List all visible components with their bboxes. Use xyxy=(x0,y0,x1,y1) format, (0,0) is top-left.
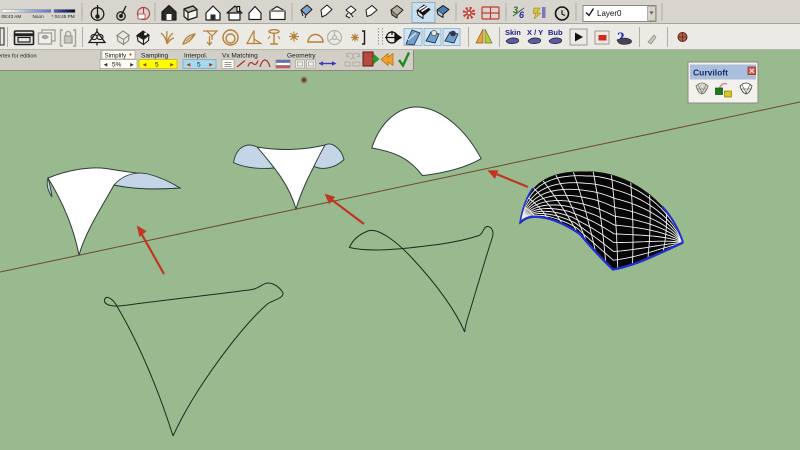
svg-text:* 04:45 PM: * 04:45 PM xyxy=(52,14,75,19)
svg-text:Sampling: Sampling xyxy=(141,53,168,60)
svg-text:08:43 AM: 08:43 AM xyxy=(2,14,22,19)
svg-text:ertex for edition: ertex for edition xyxy=(0,54,37,60)
svg-text:5: 5 xyxy=(155,62,159,69)
svg-text:Skin: Skin xyxy=(505,28,521,37)
svg-text:►: ► xyxy=(169,63,175,69)
svg-text:Vx Matching: Vx Matching xyxy=(222,53,258,60)
svg-text:◄: ◄ xyxy=(103,63,109,69)
svg-text:►: ► xyxy=(129,63,135,69)
svg-text:Noon: Noon xyxy=(33,14,45,19)
svg-text:◄: ◄ xyxy=(142,63,148,69)
svg-text:►: ► xyxy=(208,63,214,69)
svg-text:5%: 5% xyxy=(112,62,122,69)
svg-text:5: 5 xyxy=(197,62,201,69)
svg-text:X / Y: X / Y xyxy=(527,28,543,37)
svg-text:Geometry: Geometry xyxy=(287,53,316,60)
svg-text:◄: ◄ xyxy=(186,63,192,69)
svg-text:Layer0: Layer0 xyxy=(597,9,622,18)
svg-text:Simplify: Simplify xyxy=(105,52,128,59)
svg-text:Curviloft: Curviloft xyxy=(693,68,728,78)
svg-text:Interpol.: Interpol. xyxy=(184,53,208,60)
svg-text:Bub: Bub xyxy=(548,28,563,37)
